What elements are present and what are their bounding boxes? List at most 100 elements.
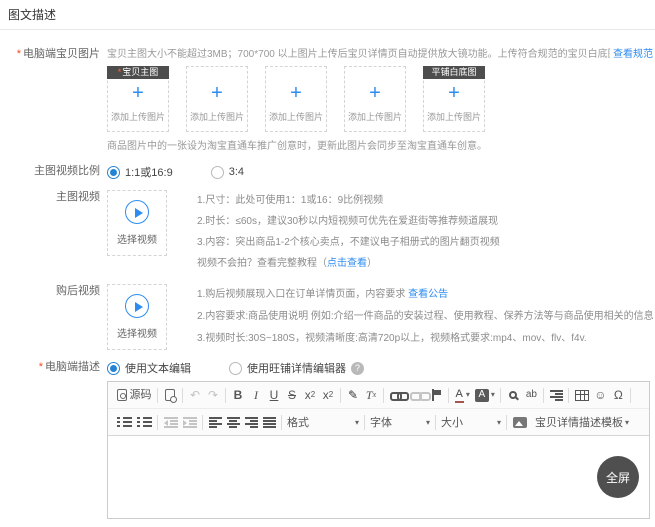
description-label: *电脑端描述 (0, 360, 107, 376)
text-color-icon: A (455, 388, 464, 403)
superscript-button[interactable]: x2 (322, 385, 335, 405)
tip-line: 1.尺寸：此处可使用1：1或16：9比例视频 (197, 190, 500, 211)
font-dropdown[interactable]: 字体▾ (370, 414, 430, 430)
divider (157, 388, 158, 403)
replace-button[interactable]: ab (525, 385, 538, 405)
product-images-label: *电脑端宝贝图片 (0, 47, 107, 154)
align-justify-button[interactable] (263, 412, 276, 432)
increase-indent-button[interactable] (183, 412, 197, 432)
wangpu-editor-option[interactable]: 使用旺铺详情编辑器 (229, 360, 346, 376)
required-asterisk: * (118, 66, 122, 79)
strikethrough-button[interactable]: S (286, 385, 299, 405)
size-dropdown[interactable]: 大小▾ (441, 414, 501, 430)
indent-icon (183, 417, 197, 428)
text-editor-option[interactable]: 使用文本编辑 (107, 360, 191, 376)
decrease-indent-button[interactable] (164, 412, 178, 432)
after-sale-video-label: 购后视频 (0, 284, 107, 350)
redo-button[interactable]: ↷ (207, 385, 220, 405)
preview-icon (165, 389, 175, 401)
ordered-list-icon (117, 417, 132, 427)
ratio-option-3-4[interactable]: 3:4 (211, 166, 244, 179)
align-right-button[interactable] (245, 412, 258, 432)
fullscreen-button[interactable]: 全屏 (597, 456, 639, 498)
anchor-button[interactable] (430, 385, 443, 405)
help-icon[interactable]: ? (351, 362, 364, 375)
tip-line: 3.内容：突出商品1-2个核心卖点，不建议电子相册式的图片翻页视频 (197, 232, 500, 253)
divider (281, 415, 282, 430)
uploader-main-image[interactable]: *宝贝主图 + 添加上传图片 (107, 66, 169, 132)
special-char-button[interactable]: Ω (612, 385, 625, 405)
bullet-list-icon (137, 417, 152, 427)
divider (383, 388, 384, 403)
divider (448, 388, 449, 403)
source-code-icon (117, 389, 127, 401)
search-icon (509, 391, 517, 399)
subscript-button[interactable]: x2 (304, 385, 317, 405)
announcement-link[interactable]: 查看公告 (408, 289, 448, 300)
unlink-icon (410, 390, 425, 400)
background-color-button[interactable]: A▾ (475, 385, 495, 405)
tip-line: 视频不会拍？查看完整教程（点击查看） (197, 253, 500, 274)
redo-icon: ↷ (208, 385, 218, 405)
uploader-white-bg-image[interactable]: 平铺白底图 + 添加上传图片 (423, 66, 485, 132)
italic-button[interactable]: I (250, 385, 263, 405)
align-justify-icon (263, 417, 276, 428)
align-center-button[interactable] (227, 412, 240, 432)
tip-line: 3.视频时长:30S~180S，视频清晰度:高清720p以上，视频格式要求:mp… (197, 328, 655, 350)
uploader-image-3[interactable]: + 添加上传图片 (265, 66, 327, 132)
form: *电脑端宝贝图片 宝贝主图大小不能超过3MB；700*700 以上图片上传后宝贝… (0, 30, 655, 519)
undo-icon: ↶ (190, 385, 200, 405)
divider (340, 388, 341, 403)
rich-text-editor: 源码 ↶ ↷ B I U S x2 x2 ✎ Tx (107, 381, 650, 519)
view-spec-link[interactable]: 查看规范 (613, 47, 653, 62)
format-dropdown[interactable]: 格式▾ (287, 414, 359, 430)
ratio-option-1-1-16-9[interactable]: 1:1或16:9 (107, 164, 173, 180)
search-button[interactable] (507, 385, 520, 405)
find-replace-icon: ab (526, 385, 537, 405)
description-template-dropdown[interactable]: 宝贝详情描述模板▾ (535, 414, 629, 430)
underline-button[interactable]: U (268, 385, 281, 405)
uploader-image-2[interactable]: + 添加上传图片 (186, 66, 248, 132)
plus-icon: + (290, 83, 302, 103)
source-code-button[interactable]: 源码 (117, 385, 152, 405)
bullet-list-button[interactable] (137, 412, 152, 432)
paragraph-format-button[interactable] (550, 385, 563, 405)
after-sale-video-picker[interactable]: 选择视频 (107, 284, 167, 350)
caret-down-icon: ▾ (466, 385, 470, 405)
ordered-list-button[interactable] (117, 412, 132, 432)
remove-format-button[interactable]: Tx (365, 385, 378, 405)
insert-image-button[interactable] (513, 412, 527, 432)
preview-button[interactable] (164, 385, 177, 405)
undo-button[interactable]: ↶ (189, 385, 202, 405)
insert-table-button[interactable] (575, 385, 589, 405)
tutorial-link[interactable]: 点击查看 (327, 258, 367, 269)
emoji-button[interactable]: ☺ (594, 385, 607, 405)
text-color-button[interactable]: A▾ (455, 385, 470, 405)
image-icon (513, 417, 527, 428)
link-icon (390, 390, 405, 400)
white-bg-chip: 平铺白底图 (423, 66, 485, 79)
insert-link-button[interactable] (390, 385, 405, 405)
editor-toolbar-row-1: 源码 ↶ ↷ B I U S x2 x2 ✎ Tx (108, 382, 649, 409)
remove-link-button[interactable] (410, 385, 425, 405)
after-sale-video-tips: 1.购后视频展现入口在订单详情页面，内容要求 查看公告 2.内容要求:商品使用说… (197, 284, 655, 350)
outdent-icon (164, 417, 178, 428)
smiley-icon: ☺ (594, 385, 606, 405)
format-painter-button[interactable]: ✎ (347, 385, 360, 405)
uploader-image-4[interactable]: + 添加上传图片 (344, 66, 406, 132)
tip-line: 2.内容要求:商品使用说明 例如:介绍一件商品的安装过程、使用教程、保养方法等与… (197, 306, 655, 328)
editor-content-area[interactable]: 全屏 (108, 436, 649, 518)
main-video-picker[interactable]: 选择视频 (107, 190, 167, 256)
required-asterisk: * (39, 361, 43, 373)
divider (435, 415, 436, 430)
uploader-label: 添加上传图片 (190, 110, 244, 123)
main-image-chip: *宝贝主图 (107, 66, 169, 79)
caret-down-icon: ▾ (491, 385, 495, 405)
bold-button[interactable]: B (232, 385, 245, 405)
row-description-mode: *电脑端描述 使用文本编辑 使用旺铺详情编辑器 ? (0, 360, 655, 376)
align-left-button[interactable] (209, 412, 222, 432)
tip-line: 1.购后视频展现入口在订单详情页面，内容要求 查看公告 (197, 284, 655, 306)
video-ratio-label: 主图视频比例 (0, 164, 107, 180)
uploader-label: 添加上传图片 (111, 110, 165, 123)
format-painter-icon: ✎ (348, 385, 358, 405)
